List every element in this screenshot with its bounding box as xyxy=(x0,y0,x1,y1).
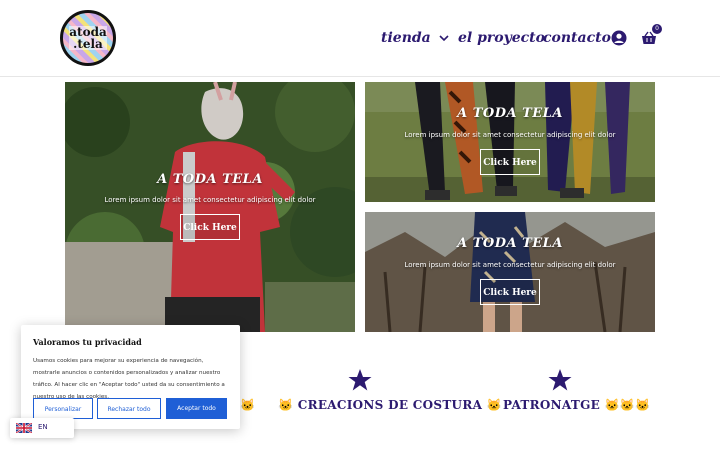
feature-creacions-de-costura: 🐱 CREACIONS DE COSTURA 🐱 xyxy=(278,398,502,412)
site-logo[interactable]: atoda .tela xyxy=(60,10,116,66)
promo-panel-2: A TODA TELA Lorem ipsum dolor sit amet c… xyxy=(365,82,655,202)
promo-panel-1: A TODA TELA Lorem ipsum dolor sit amet c… xyxy=(65,82,355,332)
panel-3-overlay xyxy=(365,212,655,332)
cookie-accept-button[interactable]: Aceptar todo xyxy=(166,398,227,419)
star-icon xyxy=(548,369,572,391)
star-icon xyxy=(348,369,372,391)
feature-left-partial: 🐱 xyxy=(240,398,256,412)
nav-el-proyecto[interactable]: el proyecto xyxy=(458,30,545,46)
panel-2-subtitle: Lorem ipsum dolor sit amet consectetur a… xyxy=(404,131,616,139)
logo-line-2: .tela xyxy=(69,38,107,50)
cookie-customize-button[interactable]: Personalizar xyxy=(33,398,93,419)
panel-1-overlay xyxy=(65,82,355,332)
panel-1-subtitle: Lorem ipsum dolor sit amet consectetur a… xyxy=(104,196,316,204)
nav-tienda-label: tienda xyxy=(381,30,431,46)
panel-2-overlay xyxy=(365,82,655,202)
language-switcher[interactable]: EN xyxy=(10,418,74,438)
nav-contacto[interactable]: contacto xyxy=(543,30,611,46)
panel-3-subtitle: Lorem ipsum dolor sit amet consectetur a… xyxy=(404,261,616,269)
language-code: EN xyxy=(38,423,48,431)
feature-patronatge: PATRONATGE 🐱🐱🐱 xyxy=(503,398,651,412)
user-icon[interactable] xyxy=(611,30,627,46)
cookie-title: Valoramos tu privacidad xyxy=(33,337,142,347)
logo-wordmark: atoda .tela xyxy=(63,26,113,50)
cart-count-badge: 0 xyxy=(652,24,662,34)
panel-1-button[interactable]: Click Here xyxy=(180,214,240,240)
panel-1-title: A TODA TELA xyxy=(157,172,263,187)
promo-panel-3: A TODA TELA Lorem ipsum dolor sit amet c… xyxy=(365,212,655,332)
cookie-reject-button[interactable]: Rechazar todo xyxy=(97,398,161,419)
nav-tienda[interactable]: tienda xyxy=(381,30,449,46)
panel-2-title: A TODA TELA xyxy=(457,106,563,121)
chevron-down-icon xyxy=(439,35,449,42)
site-header: atoda .tela tienda el proyecto contacto … xyxy=(0,0,720,77)
panel-3-title: A TODA TELA xyxy=(457,236,563,251)
uk-flag-icon xyxy=(16,423,32,433)
cookie-text: Usamos cookies para mejorar su experienc… xyxy=(33,358,225,400)
panel-3-button[interactable]: Click Here xyxy=(480,279,540,305)
panel-2-button[interactable]: Click Here xyxy=(480,149,540,175)
cookie-consent-banner: Valoramos tu privacidad Usamos cookies p… xyxy=(21,325,240,429)
